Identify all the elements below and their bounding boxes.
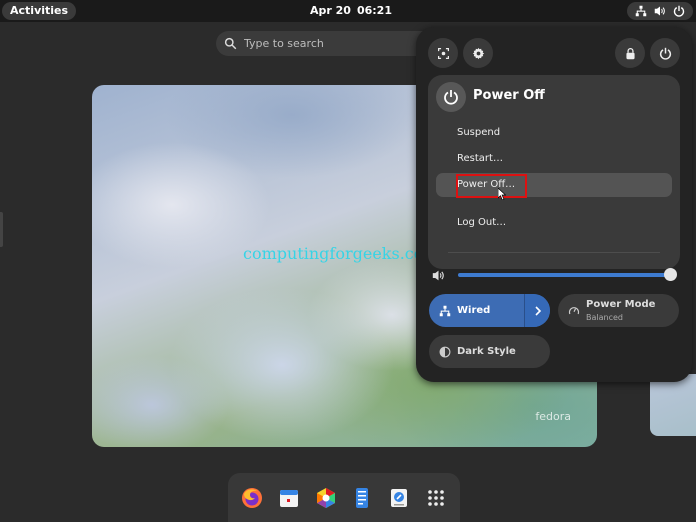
clock[interactable]: Apr 20 06:21 <box>310 3 398 19</box>
power-icon <box>444 90 458 105</box>
dock-software[interactable] <box>313 485 339 511</box>
menu-item-suspend[interactable]: Suspend <box>436 121 672 145</box>
top-bar: Activities Apr 20 06:21 <box>0 0 696 22</box>
power-off-header-icon <box>436 82 466 112</box>
wired-toggle[interactable]: Wired <box>429 294 550 327</box>
search-bar[interactable] <box>216 31 446 56</box>
firefox-icon <box>242 487 263 508</box>
watermark-text: computingforgeeks.com <box>243 244 439 263</box>
dock <box>228 473 460 522</box>
wired-toggle-main[interactable]: Wired <box>429 294 523 327</box>
search-icon <box>224 37 237 50</box>
dock-calendar[interactable] <box>276 485 302 511</box>
next-workspace-thumbnail[interactable] <box>650 374 696 436</box>
power-icon <box>659 47 671 60</box>
network-wired-icon <box>635 5 646 17</box>
wired-label: Wired <box>457 305 491 316</box>
dock-app-grid[interactable] <box>423 485 449 511</box>
power-icon <box>674 5 685 17</box>
text-editor-icon <box>356 487 369 508</box>
software-icon <box>316 487 335 508</box>
chevron-right-icon <box>534 305 541 316</box>
fedora-wallpaper-mark: fedora <box>535 410 571 423</box>
power-mode-icon <box>568 307 580 315</box>
quick-settings-panel: Power Off Suspend Restart… Power Off… Lo… <box>416 27 692 382</box>
search-input[interactable] <box>244 37 424 50</box>
menu-item-restart[interactable]: Restart… <box>436 147 672 171</box>
volume-slider-track[interactable] <box>458 273 670 277</box>
screenshot-icon <box>437 47 449 59</box>
lock-icon <box>625 47 635 59</box>
clock-date: Apr 20 <box>310 4 351 17</box>
power-mode-value: Balanced <box>586 313 623 322</box>
calendar-icon <box>279 489 298 507</box>
power-off-title: Power Off <box>473 88 545 103</box>
system-tray[interactable] <box>627 2 693 20</box>
settings-icon <box>472 47 484 59</box>
clock-time: 06:21 <box>356 4 392 17</box>
dock-files[interactable] <box>386 485 412 511</box>
dark-style-icon <box>439 346 451 357</box>
power-mode-label: Power Mode <box>586 299 656 310</box>
settings-button[interactable] <box>463 38 493 68</box>
dark-style-toggle[interactable]: Dark Style <box>429 335 550 368</box>
power-button[interactable] <box>650 38 680 68</box>
wired-expand-button[interactable] <box>524 294 550 327</box>
highlight-annotation-box <box>456 174 527 198</box>
volume-icon <box>654 6 665 16</box>
dock-firefox[interactable] <box>239 485 265 511</box>
menu-separator <box>448 252 660 253</box>
dark-style-label: Dark Style <box>457 346 516 357</box>
activities-button[interactable]: Activities <box>2 2 77 20</box>
volume-slider-handle[interactable] <box>664 268 677 281</box>
menu-item-log-out[interactable]: Log Out… <box>436 211 672 235</box>
network-wired-icon <box>439 305 451 316</box>
mouse-cursor-icon <box>498 188 506 200</box>
screenshot-button[interactable] <box>428 38 458 68</box>
power-off-menu: Power Off Suspend Restart… Power Off… Lo… <box>428 75 680 269</box>
power-mode-toggle[interactable]: Power Mode Balanced <box>558 294 679 327</box>
lock-button[interactable] <box>615 38 645 68</box>
previous-workspace-edge[interactable] <box>0 212 3 247</box>
app-grid-icon <box>427 489 444 506</box>
volume-icon <box>432 270 444 281</box>
dock-text-editor[interactable] <box>349 485 375 511</box>
files-icon <box>390 488 407 507</box>
